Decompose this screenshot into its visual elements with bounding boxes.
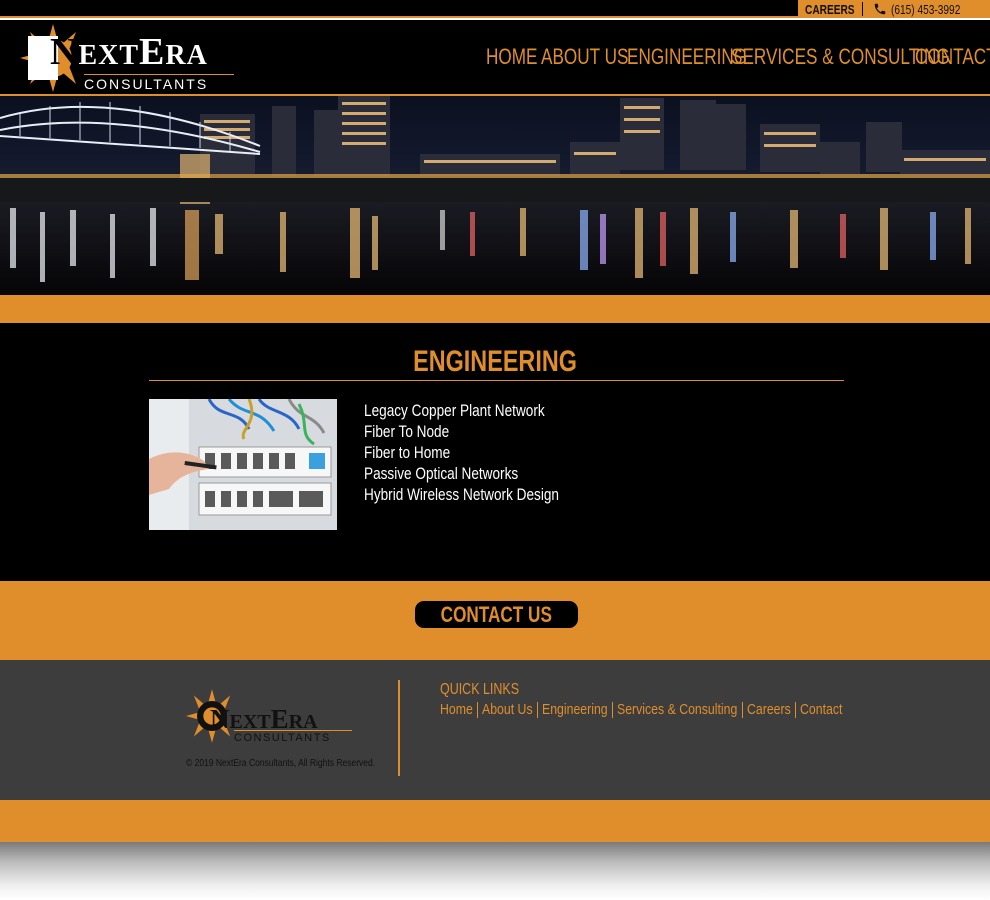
quick-link-services-consulting[interactable]: Services & Consulting <box>617 701 738 718</box>
quick-link-careers[interactable]: Careers <box>747 701 791 718</box>
logo-rule <box>84 74 234 75</box>
phone-icon <box>874 3 886 15</box>
engineering-section: ENGINEERING Legacy Copper Plant Network … <box>0 323 990 581</box>
list-item: Fiber To Node <box>364 422 450 441</box>
contact-us-button[interactable]: CONTACT US <box>415 601 578 628</box>
copyright-text: © 2019 NextEra Consultants, All Rights R… <box>186 758 376 769</box>
main-nav: HOME ABOUT US ENGINEERING SERVICES & CON… <box>486 42 990 72</box>
nav-about-us[interactable]: ABOUT US <box>541 42 628 72</box>
list-item: Hybrid Wireless Network Design <box>364 485 559 504</box>
engineering-services-list: Legacy Copper Plant Network Fiber To Nod… <box>364 400 608 505</box>
quick-link-separator <box>537 701 538 718</box>
footer-logo-rule <box>234 730 352 731</box>
quick-links-heading: QUICK LINKS <box>440 681 520 698</box>
quick-links: Home About Us Engineering Services & Con… <box>440 701 843 718</box>
quick-link-contact[interactable]: Contact <box>800 701 843 718</box>
careers-link[interactable]: CAREERS <box>798 0 862 18</box>
list-item: Legacy Copper Plant Network <box>364 401 545 420</box>
list-item: Passive Optical Networks <box>364 464 519 483</box>
page-bottom-shadow <box>0 842 990 900</box>
nav-contact[interactable]: CONTACT <box>915 42 990 72</box>
quick-link-home[interactable]: Home <box>440 701 473 718</box>
quick-link-separator <box>742 701 743 718</box>
site-footer: NEXTERA CONSULTANTS © 2019 NextEra Consu… <box>0 660 990 800</box>
site-logo[interactable]: NEXTERA CONSULTANTS <box>20 20 240 96</box>
hero-banner-image <box>0 96 990 295</box>
quick-link-separator <box>477 701 478 718</box>
nav-home[interactable]: HOME <box>486 42 541 72</box>
electrical-panel-photo <box>149 399 337 530</box>
phone-number: (615) 453-3992 <box>891 1 961 17</box>
site-header: NEXTERA CONSULTANTS HOME ABOUT US ENGINE… <box>0 20 990 96</box>
contact-band: CONTACT US <box>0 581 990 660</box>
quick-link-separator <box>612 701 613 718</box>
list-item: Fiber to Home <box>364 443 451 462</box>
footer-divider <box>398 680 400 776</box>
accent-band-bottom <box>0 800 990 842</box>
footer-logo-subtitle: CONSULTANTS <box>234 732 331 744</box>
logo-subtitle: CONSULTANTS <box>84 76 209 92</box>
phone-link[interactable]: (615) 453-3992 <box>863 0 990 18</box>
utility-links: CAREERS (615) 453-3992 <box>798 0 990 18</box>
page-title: ENGINEERING <box>413 345 577 378</box>
footer-logo[interactable]: NEXTERA CONSULTANTS <box>186 680 366 752</box>
accent-band-top <box>0 295 990 323</box>
nav-services-consulting[interactable]: SERVICES & CONSULTING <box>731 42 950 72</box>
nav-engineering[interactable]: ENGINEERING <box>627 42 747 72</box>
skyline-illustration <box>0 96 990 295</box>
quick-link-separator <box>795 701 796 718</box>
quick-link-engineering[interactable]: Engineering <box>542 701 608 718</box>
quick-link-about-us[interactable]: About Us <box>482 701 533 718</box>
logo-wordmark: NEXTERA <box>50 31 208 73</box>
utility-bar: CAREERS (615) 453-3992 <box>0 0 990 18</box>
title-underline <box>149 380 844 381</box>
